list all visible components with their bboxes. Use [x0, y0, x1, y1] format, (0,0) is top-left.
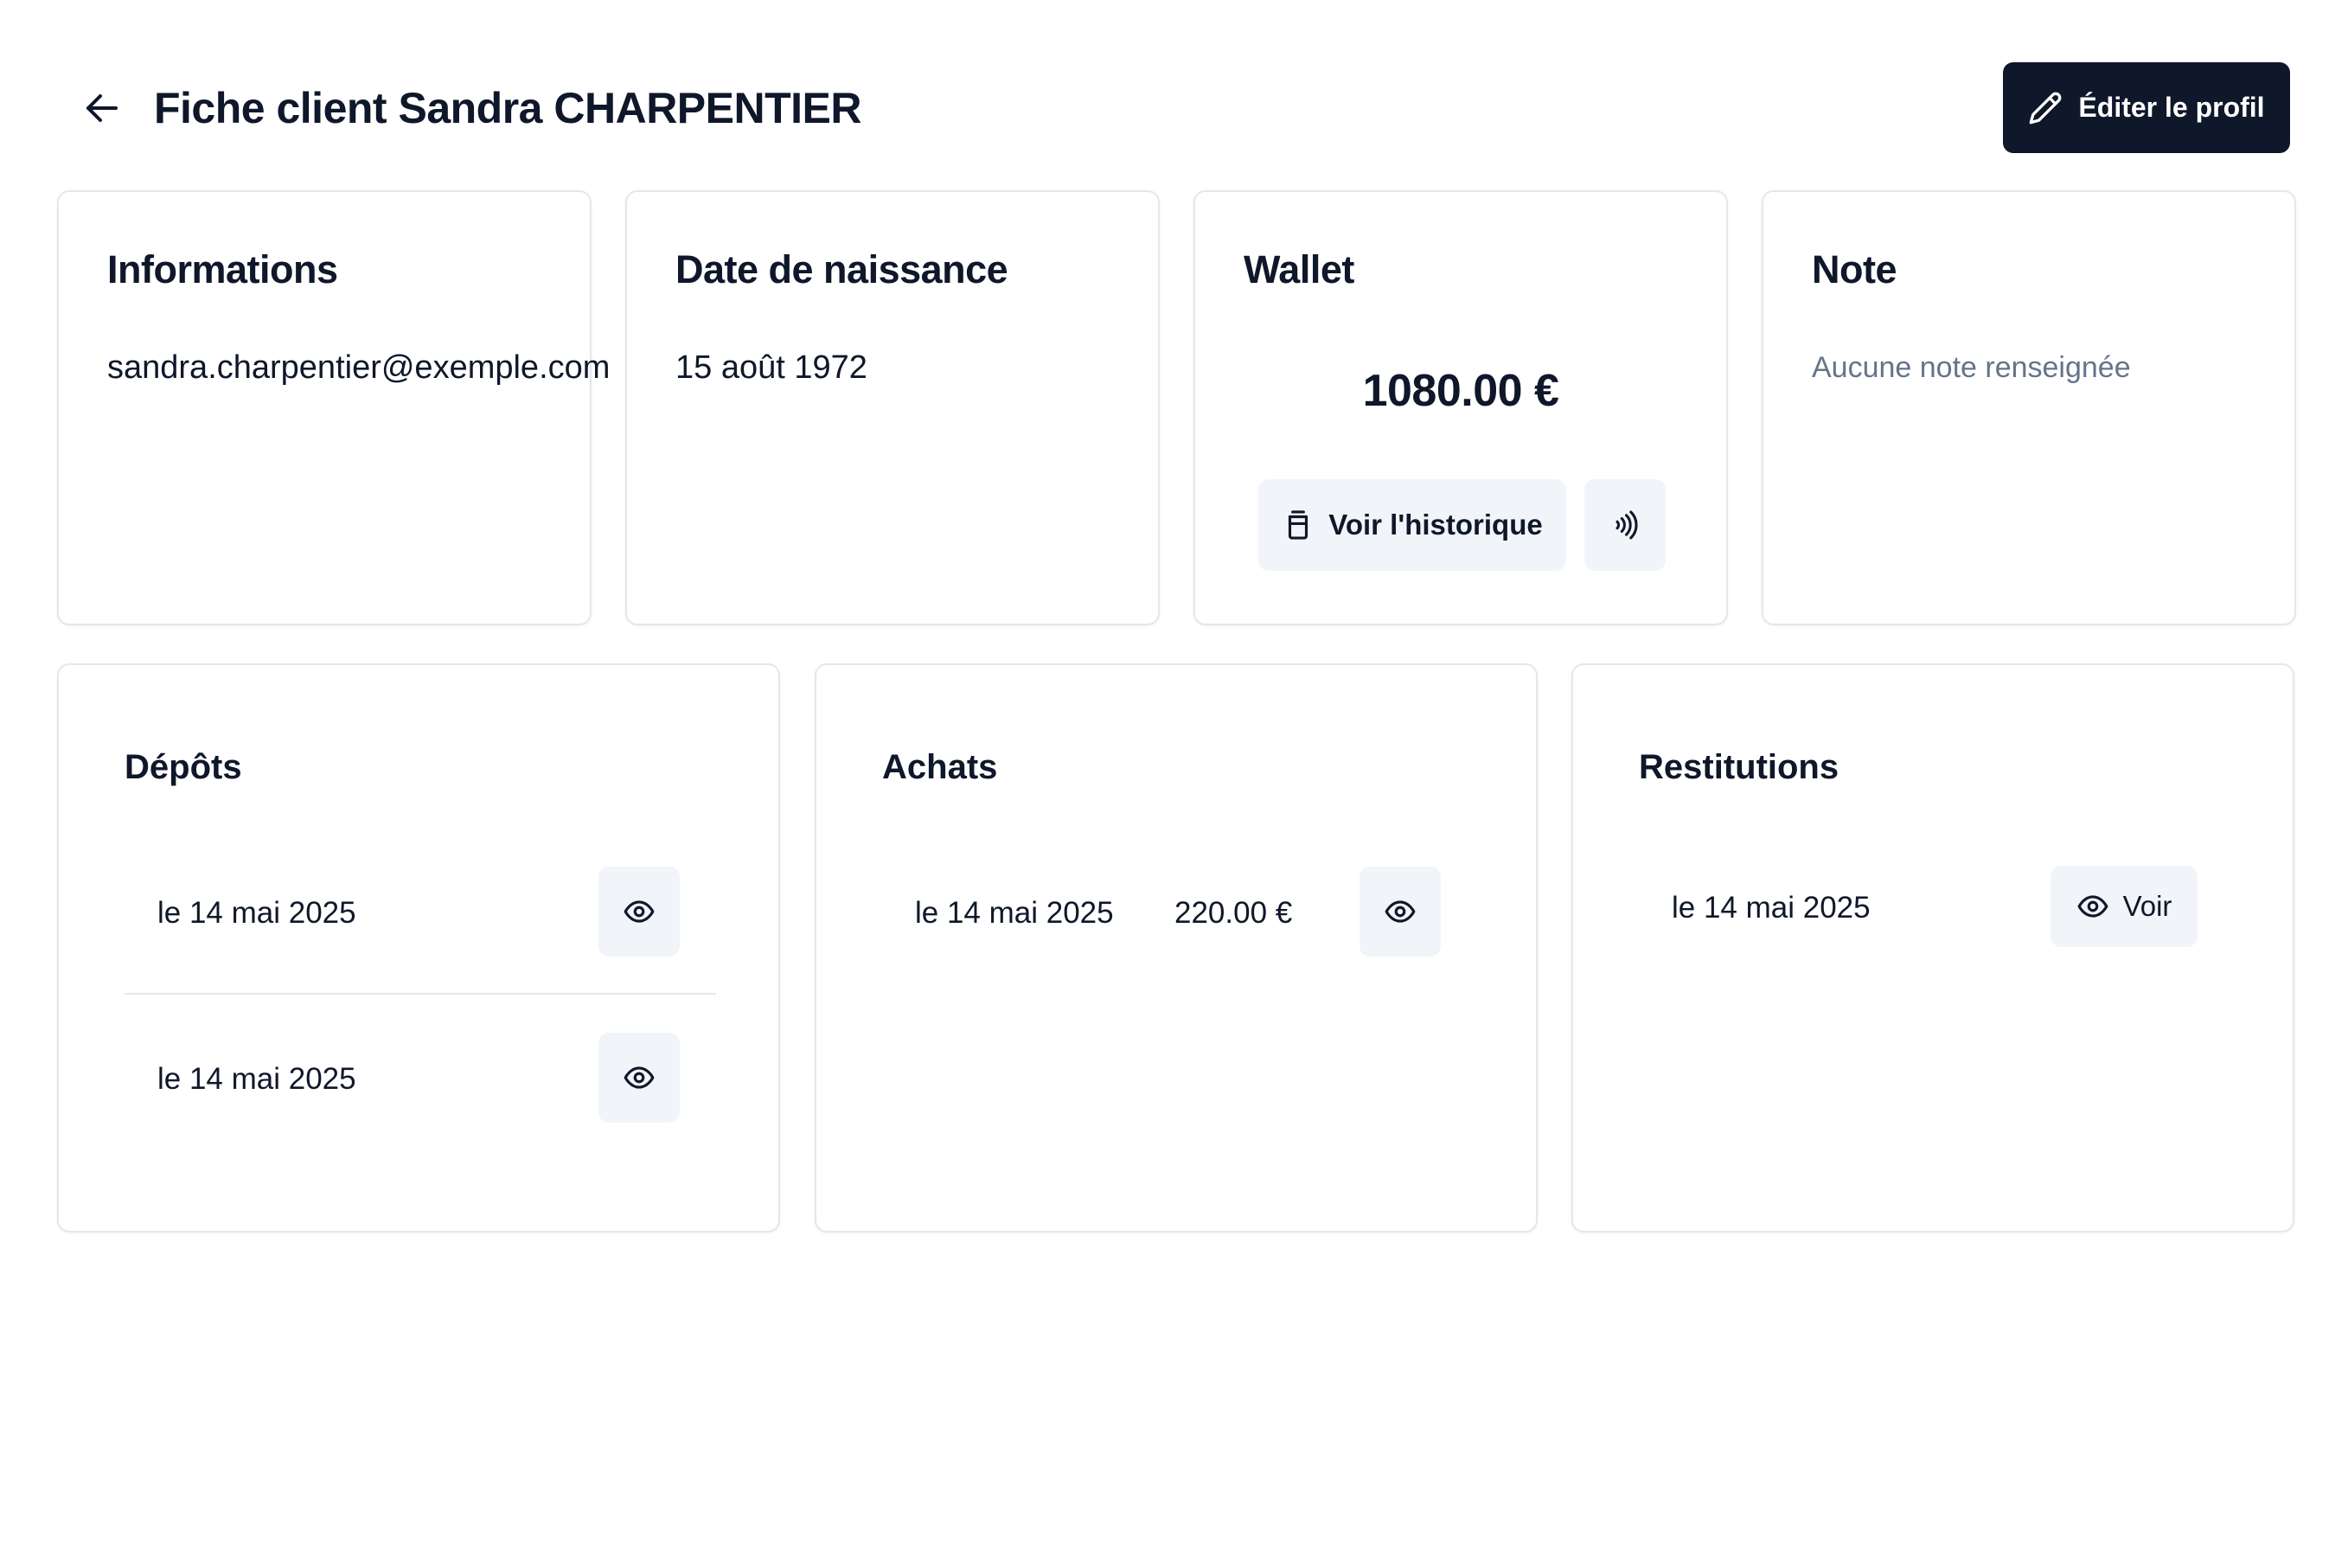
depots-card: Dépôts le 14 mai 2025 le 14 mai 2025 — [57, 663, 780, 1232]
contactless-button[interactable] — [1584, 479, 1666, 571]
note-value: Aucune note renseignée — [1812, 351, 2131, 384]
client-profile-page: Fiche client Sandra CHARPENTIER Éditer l… — [0, 0, 2348, 1568]
depot-date: le 14 mai 2025 — [157, 896, 356, 930]
informations-card: Informations sandra.charpentier@exemple.… — [57, 190, 610, 625]
depot-date: le 14 mai 2025 — [157, 1062, 356, 1096]
note-title: Note — [1812, 247, 1897, 291]
view-depot-button[interactable] — [598, 867, 680, 957]
page-title: Fiche client Sandra CHARPENTIER — [154, 84, 862, 132]
wallet-title: Wallet — [1244, 247, 1354, 291]
restitutions-title: Restitutions — [1639, 748, 1839, 786]
wallet-card: Wallet 1080.00 € Voir l'historique — [1193, 190, 1728, 625]
achat-amount: 220.00 € — [1174, 896, 1293, 930]
birth-date-title: Date de naissance — [675, 247, 1008, 291]
depots-title: Dépôts — [125, 748, 242, 786]
history-label: Voir l'historique — [1328, 509, 1543, 541]
informations-title: Informations — [107, 247, 338, 291]
back-button[interactable] — [71, 77, 133, 139]
view-restitution-label: Voir — [2122, 890, 2172, 922]
wallet-amount: 1080.00 € — [1362, 366, 1559, 416]
eye-icon — [2077, 895, 2108, 918]
restitution-date: le 14 mai 2025 — [1672, 891, 1871, 925]
eye-icon — [1385, 900, 1416, 923]
achat-date: le 14 mai 2025 — [915, 896, 1114, 930]
contactless-icon — [1615, 510, 1638, 540]
birth-date-value: 15 août 1972 — [675, 349, 867, 386]
pencil-icon — [2030, 92, 2062, 124]
eye-icon — [624, 1066, 655, 1089]
page-header: Fiche client Sandra CHARPENTIER Éditer l… — [57, 62, 2290, 154]
email-value: sandra.charpentier@exemple.com — [107, 349, 611, 386]
birth-date-card: Date de naissance 15 août 1972 — [625, 190, 1160, 625]
eye-icon — [624, 900, 655, 923]
row-divider — [125, 993, 716, 995]
edit-profile-label: Éditer le profil — [2078, 92, 2265, 123]
view-restitution-button[interactable]: Voir — [2051, 866, 2198, 947]
view-depot-button[interactable] — [598, 1033, 680, 1123]
jar-icon — [1289, 510, 1308, 540]
note-card: Note Aucune note renseignée — [1762, 190, 2296, 625]
achats-title: Achats — [882, 748, 998, 786]
history-button[interactable]: Voir l'historique — [1258, 479, 1566, 571]
achats-card: Achats le 14 mai 2025 220.00 € — [815, 663, 1538, 1232]
arrow-left-icon — [86, 94, 118, 122]
view-achat-button[interactable] — [1360, 867, 1441, 957]
restitutions-card: Restitutions le 14 mai 2025 Voir — [1571, 663, 2294, 1232]
edit-profile-button[interactable]: Éditer le profil — [2003, 62, 2290, 153]
